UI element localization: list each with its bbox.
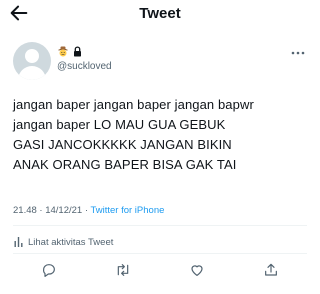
- divider: [13, 253, 307, 254]
- heart-icon[interactable]: [189, 262, 205, 278]
- tweet-meta: 21.48 · 14/12/21 · Twitter for iPhone: [13, 205, 164, 216]
- avatar[interactable]: [13, 42, 51, 80]
- top-bar: Tweet: [0, 0, 320, 30]
- share-icon[interactable]: [263, 262, 279, 278]
- tweet-text: jangan baper jangan baper jangan bapwr j…: [13, 97, 254, 172]
- view-activity-link[interactable]: Lihat aktivitas Tweet: [14, 236, 113, 248]
- more-horizontal-icon[interactable]: [290, 50, 306, 56]
- divider: [13, 225, 307, 226]
- lock-icon: [74, 45, 81, 56]
- view-activity-label: Lihat aktivitas Tweet: [28, 236, 114, 248]
- reply-icon[interactable]: [41, 262, 57, 278]
- page-title: Tweet: [139, 5, 181, 22]
- cowboy-emoji-icon: [58, 46, 68, 57]
- author-handle[interactable]: @suckloved: [57, 61, 112, 72]
- tweet-source-link[interactable]: Twitter for iPhone: [90, 205, 164, 216]
- author-name[interactable]: [57, 44, 82, 58]
- action-bar: [0, 258, 320, 286]
- bar-chart-icon: [14, 237, 23, 247]
- retweet-icon[interactable]: [115, 262, 131, 278]
- tweet-timestamp: 21.48 · 14/12/21 ·: [13, 205, 91, 216]
